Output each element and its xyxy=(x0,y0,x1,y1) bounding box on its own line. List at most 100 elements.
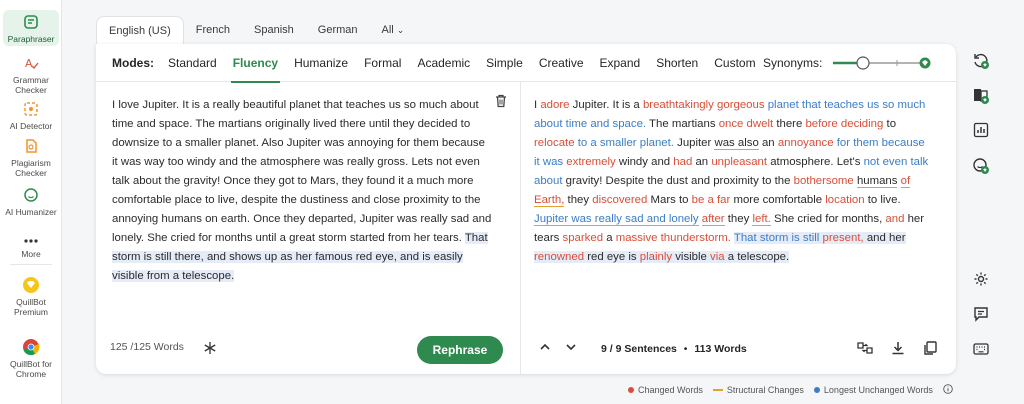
output-segment[interactable]: far xyxy=(717,194,730,206)
humanize-feedback-button[interactable] xyxy=(972,157,990,175)
output-segment[interactable]: massive thunderstorm. xyxy=(616,232,731,244)
tab-french[interactable]: French xyxy=(184,16,242,44)
sidebar-item-ai-humanizer[interactable]: AI Humanizer xyxy=(3,186,59,217)
paraphraser-icon xyxy=(22,13,40,31)
mode-formal[interactable]: Formal xyxy=(364,44,401,82)
legend-unchanged-label: Longest Unchanged Words xyxy=(823,385,933,395)
sidebar: Paraphraser A Grammar Checker AI Detecto… xyxy=(0,0,62,404)
output-segment: That storm is still xyxy=(733,232,820,244)
mode-academic[interactable]: Academic xyxy=(417,44,470,82)
sidebar-item-paraphraser[interactable]: Paraphraser xyxy=(3,10,59,46)
output-segment[interactable]: sparked xyxy=(563,232,604,244)
sidebar-item-ai-detector[interactable]: AI Detector xyxy=(3,100,59,131)
output-segment[interactable]: location xyxy=(825,194,864,206)
legend-changed: Changed Words xyxy=(628,385,703,395)
output-segment[interactable]: after xyxy=(701,213,725,226)
mode-standard[interactable]: Standard xyxy=(168,44,217,82)
output-segment: Jupiter xyxy=(673,137,715,149)
word-count: 125 /125 Words xyxy=(110,341,184,353)
output-segment: they xyxy=(724,213,753,225)
output-segment[interactable]: bothersome xyxy=(794,175,854,187)
sidebar-item-label: QuillBot Premium xyxy=(13,297,48,317)
output-segment[interactable]: Jupiter was really sad and lonely xyxy=(534,213,699,226)
sidebar-item-more[interactable]: More xyxy=(3,236,59,259)
output-segment: a xyxy=(603,232,616,244)
paraphrase-history-button[interactable] xyxy=(972,52,990,70)
sentence-count: 9 / 9 Sentences xyxy=(601,343,677,355)
output-segment[interactable]: discovered xyxy=(592,194,647,206)
output-text-area[interactable]: I adore Jupiter. It is a breathtakingly … xyxy=(534,96,930,267)
synonyms-label: Synonyms: xyxy=(763,56,823,70)
output-segment[interactable]: renowned xyxy=(534,251,585,263)
download-button[interactable] xyxy=(890,340,906,361)
settings-button[interactable] xyxy=(972,270,990,288)
language-tabs: English (US) French Spanish German All ⌄ xyxy=(96,16,416,44)
delete-text-button[interactable] xyxy=(494,94,508,113)
chevron-down-icon: ⌄ xyxy=(396,24,405,35)
chat-icon xyxy=(974,307,988,322)
sidebar-item-label: QuillBot for Chrome xyxy=(9,359,53,379)
freeze-words-button[interactable] xyxy=(203,341,217,360)
chevron-down-icon xyxy=(566,344,576,351)
output-segment[interactable]: before deciding xyxy=(805,118,883,130)
output-segment[interactable]: relocate xyxy=(534,137,575,149)
output-segment[interactable]: breathtakingly gorgeous xyxy=(643,99,765,111)
mode-simple[interactable]: Simple xyxy=(486,44,523,82)
tab-spanish[interactable]: Spanish xyxy=(242,16,306,44)
output-segment[interactable]: was also xyxy=(714,137,759,150)
previous-sentence-button[interactable] xyxy=(539,340,551,358)
output-segment[interactable]: present, xyxy=(822,232,864,244)
legend-structural: Structural Changes xyxy=(712,385,804,395)
input-text: I love Jupiter. It is a really beautiful… xyxy=(112,99,492,244)
mode-expand[interactable]: Expand xyxy=(600,44,641,82)
output-segment[interactable]: annoyance xyxy=(778,137,834,149)
stats-separator: • xyxy=(683,343,688,355)
compare-button[interactable] xyxy=(856,340,874,361)
statistics-button[interactable] xyxy=(972,121,990,139)
copy-button[interactable] xyxy=(922,340,938,361)
mode-custom[interactable]: Custom xyxy=(714,44,755,82)
download-icon xyxy=(892,342,904,355)
output-segment: to a smaller planet. xyxy=(577,137,674,149)
output-segment: and her xyxy=(863,232,906,244)
tab-all-languages[interactable]: All ⌄ xyxy=(370,16,417,44)
sidebar-item-grammar-checker[interactable]: A Grammar Checker xyxy=(3,54,59,95)
output-segment: they xyxy=(564,194,593,206)
output-segment[interactable]: adore xyxy=(540,99,569,111)
output-segment[interactable]: extremely xyxy=(566,156,615,168)
keyboard-shortcuts-button[interactable] xyxy=(972,340,990,358)
chrome-icon xyxy=(22,338,40,356)
output-segment[interactable]: be a xyxy=(692,194,714,206)
rephrase-button[interactable]: Rephrase xyxy=(417,336,503,364)
ai-detector-icon xyxy=(22,100,40,118)
output-segment[interactable]: unpleasant xyxy=(711,156,767,168)
output-segment: windy and xyxy=(615,156,674,168)
output-segment[interactable]: left. xyxy=(752,213,771,226)
mode-humanize[interactable]: Humanize xyxy=(294,44,348,82)
mode-fluency[interactable]: Fluency xyxy=(230,44,281,83)
mode-creative[interactable]: Creative xyxy=(539,44,584,82)
output-segment[interactable]: via xyxy=(710,251,725,263)
output-segment[interactable]: humans xyxy=(856,175,898,188)
mode-shorten[interactable]: Shorten xyxy=(656,44,698,82)
output-segment[interactable]: and xyxy=(885,213,904,225)
sidebar-item-label: Grammar Checker xyxy=(13,75,49,95)
synonyms-slider[interactable] xyxy=(831,56,933,70)
output-segment: an xyxy=(758,137,778,149)
output-segment[interactable]: plainly xyxy=(639,251,673,263)
output-segment[interactable]: once dwelt xyxy=(719,118,773,130)
sidebar-item-quillbot-for-chrome[interactable]: QuillBot for Chrome xyxy=(3,338,59,379)
feedback-button[interactable] xyxy=(972,305,990,323)
info-icon[interactable] xyxy=(943,384,953,396)
sidebar-item-quillbot-premium[interactable]: QuillBot Premium xyxy=(3,276,59,317)
output-segment: a telescope. xyxy=(724,251,790,263)
sidebar-item-plagiarism-checker[interactable]: Plagiarism Checker xyxy=(3,137,59,178)
output-segment[interactable]: had xyxy=(673,156,692,168)
next-sentence-button[interactable] xyxy=(565,340,577,358)
grammar-checker-icon: A xyxy=(22,54,40,72)
output-stats: 9 / 9 Sentences • 113 Words xyxy=(601,343,747,355)
tab-german[interactable]: German xyxy=(306,16,370,44)
tab-english-us[interactable]: English (US) xyxy=(96,16,184,44)
tone-compare-button[interactable] xyxy=(972,87,990,105)
input-text-area[interactable]: I love Jupiter. It is a really beautiful… xyxy=(112,96,492,286)
